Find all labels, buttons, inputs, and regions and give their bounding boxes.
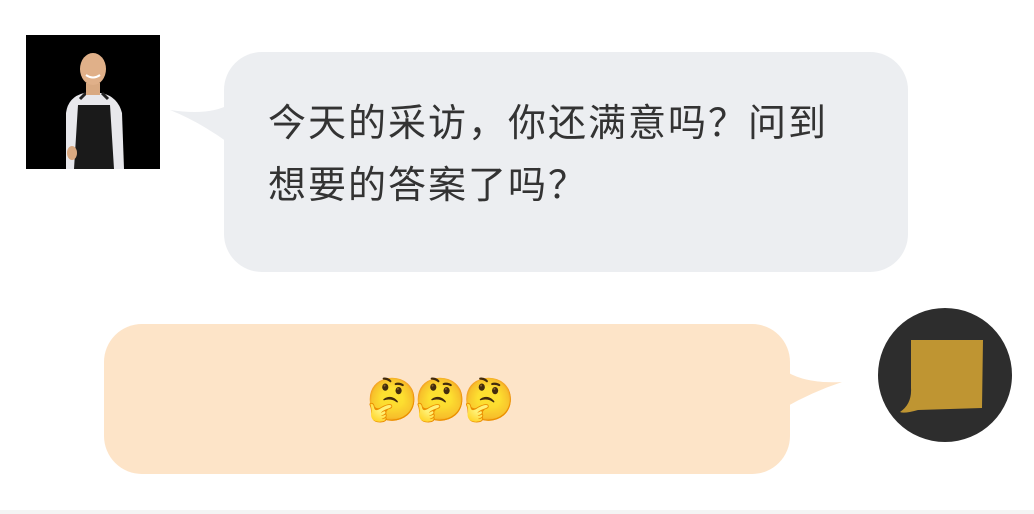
incoming-bubble-tail: [170, 104, 230, 144]
incoming-message-text: 今天的采访，你还满意吗？问到想要的答案了吗？: [268, 101, 829, 207]
outgoing-bubble-tail: [784, 370, 842, 408]
outgoing-message-bubble[interactable]: 🤔🤔🤔: [104, 324, 790, 474]
chef-portrait-icon: [26, 35, 160, 169]
sender-avatar[interactable]: [26, 35, 160, 169]
bottom-divider: [0, 510, 1034, 514]
incoming-message-bubble[interactable]: 今天的采访，你还满意吗？问到想要的答案了吗？: [224, 52, 908, 272]
gold-note-icon: [900, 340, 983, 413]
user-avatar[interactable]: [878, 308, 1012, 442]
outgoing-message-text: 🤔🤔🤔: [366, 375, 515, 424]
